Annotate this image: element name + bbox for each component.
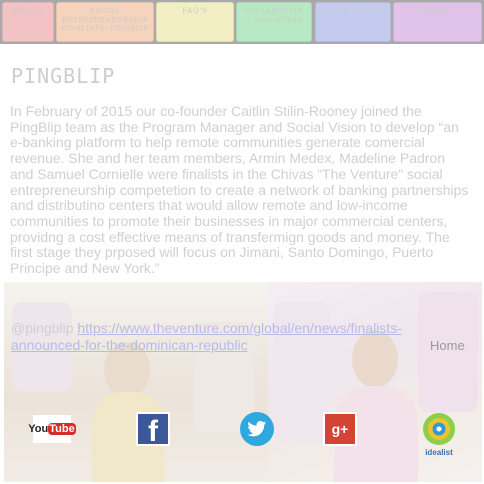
google-plus-icon[interactable]: g+ (323, 412, 357, 446)
nav-social-line-3: Finalists: PINGBLIP (61, 24, 149, 32)
youtube-icon[interactable]: You Tube (28, 415, 76, 443)
background-photo-market-left (4, 282, 272, 482)
facebook-icon[interactable]: f (136, 412, 170, 448)
nav-social-line-1: Social (90, 7, 120, 15)
nav-our-team-label: Our Team (329, 7, 377, 15)
youtube-you-text: You (28, 423, 49, 435)
nav-social-entrepreneurship[interactable]: Social entrepreneurship Finalists: PINGB… (56, 2, 154, 42)
source-mention: @pingblip https://www.theventure.com/glo… (11, 320, 451, 354)
nav-collaborate-line-1: Collaborate (244, 7, 304, 15)
mention-handle: @pingblip (11, 320, 78, 336)
nav-our-team[interactable]: Our Team (315, 2, 391, 42)
idealist-logo-icon (423, 413, 455, 445)
nav-collaborate-volunteer[interactable]: Collaborate + Volunteer (236, 2, 312, 42)
nav-contact[interactable]: Contact (393, 2, 482, 42)
nav-about-label: About (12, 7, 44, 15)
top-navigation: About Social entrepreneurship Finalists:… (0, 0, 484, 44)
page-title: PINGBLIP (11, 64, 116, 88)
nav-contact-label: Contact (416, 7, 459, 15)
nav-collaborate-line-2: + Volunteer (245, 15, 303, 24)
youtube-tube-text: Tube (48, 423, 76, 435)
home-link[interactable]: Home (430, 338, 465, 353)
idealist-icon[interactable]: idealist (422, 412, 456, 458)
google-plus-glyph: g+ (331, 421, 349, 437)
nav-faqs[interactable]: FAQ's (156, 2, 234, 42)
twitter-icon[interactable] (240, 412, 274, 446)
nav-faqs-label: FAQ's (182, 7, 208, 15)
nav-social-line-2: entrepreneurship (62, 15, 148, 24)
facebook-glyph: f (148, 415, 158, 448)
idealist-label: idealist (425, 448, 453, 457)
nav-about[interactable]: About (2, 2, 54, 42)
intro-paragraph: In February of 2015 our co-founder Caitl… (10, 103, 469, 277)
twitter-bird-icon (247, 421, 267, 437)
